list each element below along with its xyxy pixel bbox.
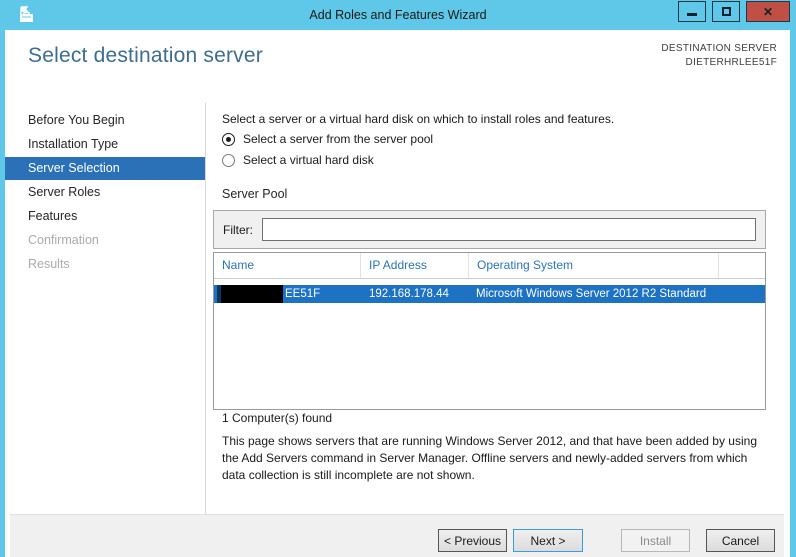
sidebar-item-features[interactable]: Features xyxy=(5,205,205,228)
server-pool-table: Name IP Address Operating System EE51F 1… xyxy=(213,252,766,410)
radio-vhd-label: Select a virtual hard disk xyxy=(243,153,374,167)
next-button[interactable]: Next > xyxy=(513,529,583,552)
radio-select-vhd[interactable]: Select a virtual hard disk xyxy=(222,153,374,167)
sidebar-item-server-roles[interactable]: Server Roles xyxy=(5,181,205,204)
page-title: Select destination server xyxy=(28,44,263,67)
close-button[interactable]: ✕ xyxy=(746,1,790,22)
radio-server-pool-label: Select a server from the server pool xyxy=(243,132,434,146)
destination-server-label: DESTINATION SERVER xyxy=(661,43,777,54)
window-title: Add Roles and Features Wizard xyxy=(309,8,487,22)
minimize-icon xyxy=(687,13,697,16)
radio-select-server-pool[interactable]: Select a server from the server pool xyxy=(222,132,433,146)
wizard-steps-sidebar: Before You Begin Installation Type Serve… xyxy=(5,103,206,514)
close-icon: ✕ xyxy=(762,4,774,19)
filter-input[interactable] xyxy=(262,218,756,241)
computers-found-text: 1 Computer(s) found xyxy=(222,411,333,425)
cell-operating-system: Microsoft Windows Server 2012 R2 Standar… xyxy=(476,288,707,300)
table-header: Name IP Address Operating System xyxy=(214,253,765,279)
maximize-button[interactable] xyxy=(712,1,740,22)
wizard-body: Select destination server DESTINATION SE… xyxy=(5,30,790,557)
table-row-selected[interactable]: EE51F 192.168.178.44 Microsoft Windows S… xyxy=(214,285,765,303)
wizard-window: Add Roles and Features Wizard ✕ Select d… xyxy=(0,0,796,557)
window-controls: ✕ xyxy=(678,1,790,22)
filter-label: Filter: xyxy=(223,222,253,237)
main-panel: Select a server or a virtual hard disk o… xyxy=(213,103,768,514)
titlebar: Add Roles and Features Wizard ✕ xyxy=(0,0,796,30)
sidebar-item-before-you-begin[interactable]: Before You Begin xyxy=(5,109,205,132)
install-button: Install xyxy=(621,529,690,552)
filter-box: Filter: xyxy=(213,210,766,249)
destination-server-name: DIETERHRLEE51F xyxy=(685,57,777,68)
server-pool-label: Server Pool xyxy=(222,187,288,201)
sidebar-item-confirmation: Confirmation xyxy=(28,233,99,247)
cancel-button[interactable]: Cancel xyxy=(706,529,775,552)
wizard-footer: < Previous Next > Install Cancel xyxy=(10,514,784,557)
page-description: This page shows servers that are running… xyxy=(222,434,757,482)
column-header-ip[interactable]: IP Address xyxy=(361,253,469,278)
name-redaction-box xyxy=(221,285,283,303)
sidebar-item-results: Results xyxy=(28,257,70,271)
intro-text: Select a server or a virtual hard disk o… xyxy=(222,112,615,126)
sidebar-item-server-selection[interactable]: Server Selection xyxy=(5,157,205,180)
column-header-name[interactable]: Name xyxy=(214,253,361,278)
maximize-icon xyxy=(721,7,731,16)
column-header-spacer xyxy=(719,253,765,278)
cell-ip-address: 192.168.178.44 xyxy=(369,288,449,300)
column-header-os[interactable]: Operating System xyxy=(469,253,719,278)
minimize-button[interactable] xyxy=(678,1,706,22)
radio-selected-icon[interactable] xyxy=(222,132,235,146)
radio-unselected-icon[interactable] xyxy=(222,153,235,167)
destination-server-block: DESTINATION SERVER DIETERHRLEE51F xyxy=(661,42,777,70)
sidebar-item-installation-type[interactable]: Installation Type xyxy=(5,133,205,156)
previous-button[interactable]: < Previous xyxy=(438,529,507,552)
